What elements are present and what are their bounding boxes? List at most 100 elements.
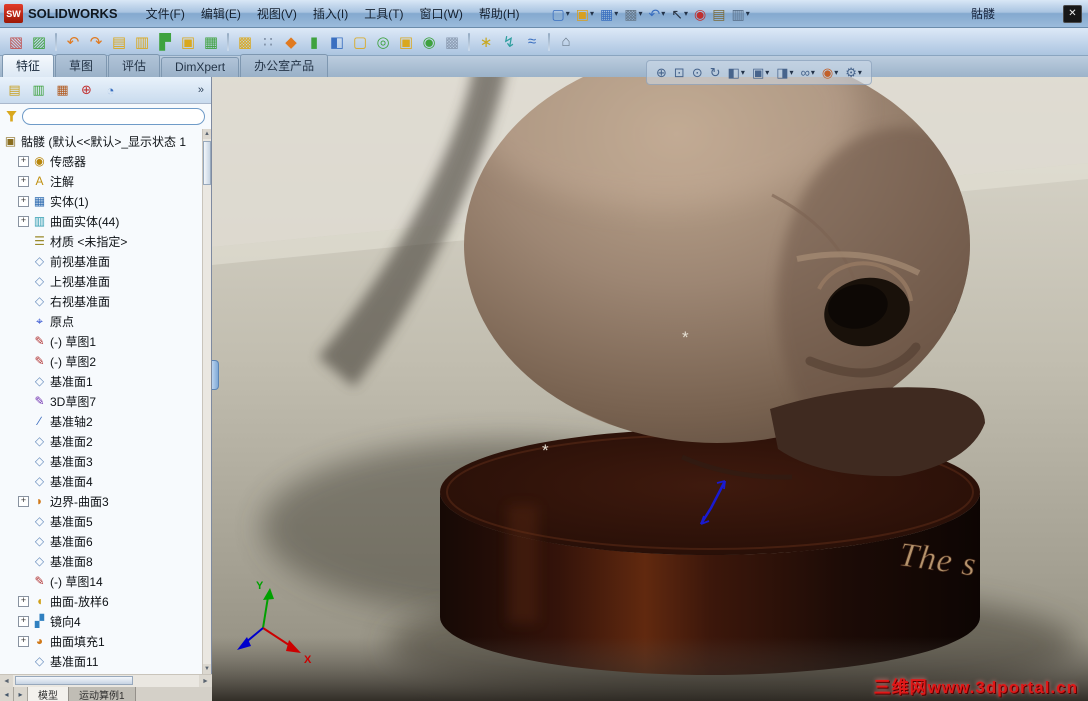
- tree-item[interactable]: ◇ 基准面3: [0, 451, 202, 471]
- hide-show-items-icon[interactable]: ∞: [799, 65, 817, 80]
- tree-item[interactable]: ∕ 基准轴2: [0, 411, 202, 431]
- display-style-icon[interactable]: ◨: [774, 65, 795, 80]
- dropdown-caret[interactable]: [858, 68, 862, 77]
- dropdown-caret[interactable]: [834, 68, 838, 77]
- toolbar-button[interactable]: ∷: [258, 32, 278, 52]
- tree-item[interactable]: ◇ 基准面1: [0, 371, 202, 391]
- tree-item[interactable]: ◇ 右视基准面: [0, 291, 202, 311]
- toolbar-button[interactable]: ◎: [373, 32, 393, 52]
- view-orientation-icon[interactable]: ▣: [750, 65, 771, 80]
- toolbar-button[interactable]: ≈: [522, 32, 542, 52]
- scroll-thumb[interactable]: [15, 676, 133, 685]
- rotate-view-icon[interactable]: ↻: [708, 65, 723, 80]
- scene[interactable]: The s * * Y X: [212, 77, 1088, 701]
- toolbar-button[interactable]: ◆: [281, 32, 301, 52]
- toolbar-button[interactable]: ↷: [86, 32, 106, 52]
- tree-item[interactable]: ✎ (-) 草图2: [0, 351, 202, 371]
- scroll-down-arrow[interactable]: [203, 664, 211, 674]
- toolbar-button[interactable]: ▤: [109, 32, 129, 52]
- tree-item[interactable]: ⌖ 原点: [0, 311, 202, 331]
- expander-icon[interactable]: [18, 175, 29, 187]
- toolbar-button[interactable]: ▛: [155, 32, 175, 52]
- menu-view[interactable]: 视图(V): [249, 2, 305, 25]
- appearances-icon[interactable]: ◉: [820, 65, 840, 80]
- tree-item[interactable]: ◕ 曲面填充1: [0, 631, 202, 651]
- configurationmanager-tab-icon[interactable]: ▦: [52, 80, 73, 101]
- tree-item[interactable]: ✎ (-) 草图1: [0, 331, 202, 351]
- close-document-button[interactable]: ✕: [1063, 4, 1082, 23]
- menu-tools[interactable]: 工具(T): [356, 2, 411, 25]
- tree-item[interactable]: ◇ 基准面11: [0, 651, 202, 671]
- tree-item[interactable]: ☰ 材质 <未指定>: [0, 231, 202, 251]
- dropdown-caret[interactable]: [741, 68, 745, 77]
- dropdown-caret[interactable]: [790, 68, 794, 77]
- statusbar-next-icon[interactable]: ▸: [14, 687, 28, 701]
- motion-study-tab[interactable]: 运动算例1: [69, 687, 136, 701]
- toolbar-button[interactable]: ⌂: [556, 32, 576, 52]
- displaymanager-tab-icon[interactable]: ◔: [100, 80, 121, 101]
- scroll-track[interactable]: [203, 139, 211, 664]
- dimxpertmanager-tab-icon[interactable]: ⊕: [76, 80, 97, 101]
- toolbar-button[interactable]: [468, 32, 470, 51]
- toolbar-button[interactable]: [548, 32, 550, 51]
- section-view-icon[interactable]: ◧: [726, 65, 747, 80]
- dropdown-caret[interactable]: [590, 9, 594, 18]
- select-icon[interactable]: ↖: [669, 6, 690, 22]
- file-properties-icon[interactable]: ▤: [710, 6, 727, 22]
- toolbar-button[interactable]: ▢: [350, 32, 370, 52]
- expander-icon[interactable]: [18, 215, 29, 227]
- tree-item[interactable]: ✎ (-) 草图14: [0, 571, 202, 591]
- expander-icon[interactable]: [18, 195, 29, 207]
- splitter-handle[interactable]: [212, 360, 219, 390]
- menu-edit[interactable]: 编辑(E): [193, 2, 249, 25]
- toolbar-button[interactable]: ▧: [6, 32, 26, 52]
- new-document-icon[interactable]: ▢: [550, 6, 572, 22]
- dropdown-caret[interactable]: [811, 68, 815, 77]
- scroll-thumb[interactable]: [203, 141, 211, 185]
- toolbar-button[interactable]: ∗: [476, 32, 496, 52]
- toolbar-button[interactable]: [227, 32, 229, 51]
- toolbar-button[interactable]: ▮: [304, 32, 324, 52]
- dropdown-caret[interactable]: [661, 9, 665, 18]
- expander-icon[interactable]: [18, 635, 29, 647]
- undo-icon[interactable]: ↶: [647, 6, 668, 22]
- toolbar-button[interactable]: ▥: [132, 32, 152, 52]
- feature-tree-root[interactable]: ▣ 骷髅 (默认<<默认>_显示状态 1: [0, 131, 202, 151]
- menu-help[interactable]: 帮助(H): [471, 2, 528, 25]
- scroll-right-arrow[interactable]: [199, 675, 212, 687]
- open-icon[interactable]: ▣: [574, 6, 596, 22]
- dropdown-caret[interactable]: [684, 9, 688, 18]
- menu-window[interactable]: 窗口(W): [412, 2, 471, 25]
- dropdown-caret[interactable]: [566, 9, 570, 18]
- toolbar-button[interactable]: ◧: [327, 32, 347, 52]
- save-icon[interactable]: ▦: [598, 6, 620, 22]
- featuremanager-tab-icon[interactable]: ▤: [4, 80, 25, 101]
- zoom-in-out-icon[interactable]: ⊙: [690, 65, 705, 80]
- panel-overflow-chevron[interactable]: »: [195, 84, 207, 96]
- toolbar-button[interactable]: ↯: [499, 32, 519, 52]
- tab-office-products[interactable]: 办公室产品: [240, 54, 329, 77]
- tab-dimxpert[interactable]: DimXpert: [161, 57, 240, 77]
- panel-horizontal-scrollbar[interactable]: [0, 674, 212, 687]
- toolbar-button[interactable]: ◉: [419, 32, 439, 52]
- tree-vertical-scrollbar[interactable]: [202, 129, 211, 674]
- tree-item[interactable]: ✎ 3D草图7: [0, 391, 202, 411]
- scene-icon[interactable]: ⚙: [843, 65, 864, 80]
- dropdown-caret[interactable]: [639, 9, 643, 18]
- zoom-area-icon[interactable]: ⊡: [672, 65, 687, 80]
- statusbar-prev-icon[interactable]: ◂: [0, 687, 14, 701]
- toolbar-button[interactable]: ▨: [29, 32, 49, 52]
- scroll-up-arrow[interactable]: [203, 129, 211, 139]
- tree-item[interactable]: ◗ 边界-曲面3: [0, 491, 202, 511]
- tree-item[interactable]: ◉ 传感器: [0, 151, 202, 171]
- dropdown-caret[interactable]: [765, 68, 769, 77]
- menu-insert[interactable]: 插入(I): [305, 2, 356, 25]
- toolbar-button[interactable]: ▦: [201, 32, 221, 52]
- tree-item[interactable]: ◇ 前视基准面: [0, 251, 202, 271]
- toolbar-button[interactable]: ↶: [63, 32, 83, 52]
- tree-item[interactable]: ▦ 实体(1): [0, 191, 202, 211]
- toolbar-button[interactable]: ▣: [178, 32, 198, 52]
- toolbar-button[interactable]: ▣: [396, 32, 416, 52]
- model-tab[interactable]: 模型: [28, 687, 69, 701]
- panel-toggle-icon[interactable]: ▥: [730, 6, 752, 22]
